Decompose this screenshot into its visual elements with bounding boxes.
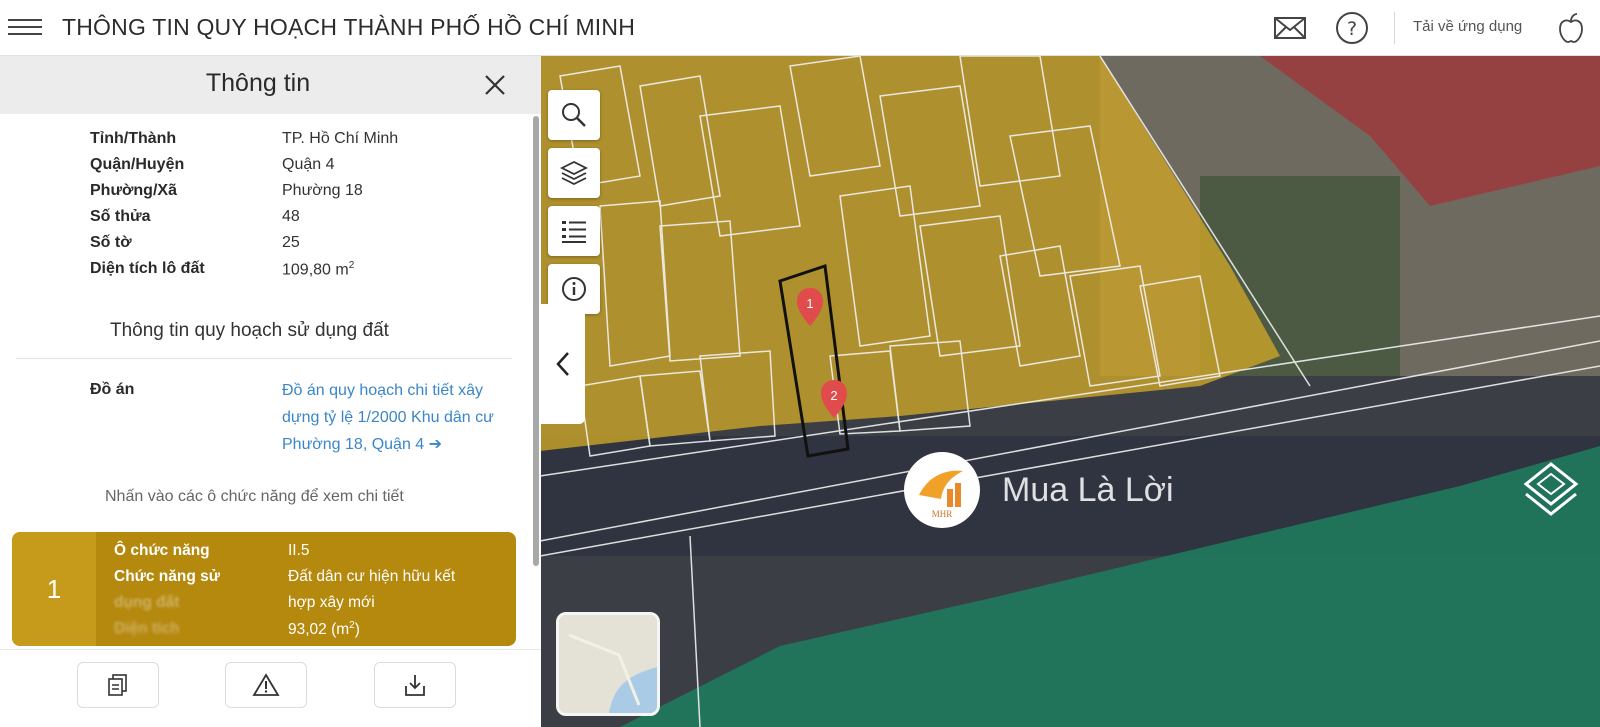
stack-layers-icon xyxy=(1523,462,1579,516)
info-label: Diện tích lô đất xyxy=(90,260,205,277)
chevron-left-icon xyxy=(556,352,569,376)
info-value: Phường 18 xyxy=(282,182,363,199)
watermark-text: Mua Là Lời xyxy=(1002,470,1174,509)
info-value: 48 xyxy=(282,208,300,225)
menu-icon[interactable] xyxy=(8,14,42,40)
arrow-right-icon: ➔ xyxy=(428,434,443,453)
download-app-link[interactable]: Tải về ứng dụng xyxy=(1413,18,1522,35)
watermark: MHR Mua Là Lời xyxy=(904,450,1174,530)
marker-2-label: 2 xyxy=(830,388,837,403)
collapse-panel-button[interactable] xyxy=(541,304,585,424)
do-an-label: Đồ án xyxy=(90,381,135,398)
panel-title: Thông tin xyxy=(205,69,311,97)
do-an-link[interactable]: Đồ án quy hoạch chi tiết xây dựng tỷ lệ … xyxy=(282,378,502,459)
chuc-nang-value-2: hợp xây mới xyxy=(288,594,375,611)
info-value: 25 xyxy=(282,234,300,251)
chuc-nang-label-2: dụng đất xyxy=(114,594,180,611)
apple-icon[interactable] xyxy=(1553,10,1589,46)
info-panel: Thông tin Tỉnh/Thành TP. Hồ Chí Minh Quậ… xyxy=(0,56,541,727)
function-card[interactable]: 1 Ô chức năng II.5 Chức năng sử dụng đất… xyxy=(12,532,516,646)
function-card-number: 1 xyxy=(12,532,96,646)
info-icon xyxy=(562,277,586,301)
download-button[interactable] xyxy=(374,662,456,708)
do-an-link-text[interactable]: Đồ án quy hoạch chi tiết xây dựng tỷ lệ … xyxy=(282,382,494,453)
map-list-button[interactable] xyxy=(548,206,600,256)
dien-tich-number: 93,02 (m xyxy=(288,621,350,639)
panel-bottom-bar xyxy=(0,649,541,727)
o-chuc-nang-value: II.5 xyxy=(288,542,310,559)
hint-text: Nhấn vào các ô chức năng để xem chi tiết xyxy=(105,488,404,505)
area-unit-superscript: 2 xyxy=(348,260,355,271)
layers-icon xyxy=(559,160,589,186)
map-search-button[interactable] xyxy=(548,90,600,140)
svg-text:?: ? xyxy=(1347,18,1357,40)
map-layers-button[interactable] xyxy=(548,148,600,198)
svg-text:MHR: MHR xyxy=(932,509,953,519)
help-icon[interactable]: ? xyxy=(1334,10,1370,46)
mail-icon[interactable] xyxy=(1272,10,1308,46)
header-divider xyxy=(1394,12,1395,44)
bird-logo-icon: MHR xyxy=(919,470,963,519)
close-icon[interactable] xyxy=(480,70,510,100)
chuc-nang-value: Đất dân cư hiện hữu kết xyxy=(288,568,456,585)
document-button[interactable] xyxy=(77,662,159,708)
chuc-nang-label: Chức năng sử xyxy=(114,568,220,585)
marker-1-label: 1 xyxy=(806,296,813,311)
dien-tich-value: 93,02 (m2) xyxy=(288,620,360,639)
warning-icon xyxy=(252,673,280,696)
info-value: Quận 4 xyxy=(282,156,335,173)
info-value: TP. Hồ Chí Minh xyxy=(282,130,399,147)
dien-tich-label: Diện tích xyxy=(114,620,180,637)
section-divider xyxy=(16,358,512,359)
app-title: THÔNG TIN QUY HOẠCH THÀNH PHỐ HỒ CHÍ MIN… xyxy=(62,14,636,40)
section-title: Thông tin quy hoạch sử dụng đất xyxy=(110,320,389,341)
app-header: THÔNG TIN QUY HOẠCH THÀNH PHỐ HỒ CHÍ MIN… xyxy=(0,0,1600,56)
basemap-layers-button[interactable] xyxy=(1518,456,1584,522)
dien-tich-close: ) xyxy=(354,621,360,639)
download-icon xyxy=(405,675,425,696)
info-label: Tỉnh/Thành xyxy=(90,130,177,147)
search-icon xyxy=(562,103,586,127)
report-button[interactable] xyxy=(225,662,307,708)
info-label: Phường/Xã xyxy=(90,182,177,199)
info-label: Quận/Huyện xyxy=(90,156,185,173)
info-label: Số tờ xyxy=(90,234,132,251)
watermark-logo: MHR xyxy=(904,452,980,528)
o-chuc-nang-label: Ô chức năng xyxy=(114,542,210,559)
info-label: Số thửa xyxy=(90,208,151,225)
list-icon xyxy=(562,221,586,243)
panel-scrollbar[interactable] xyxy=(533,116,539,566)
panel-header: Thông tin xyxy=(0,56,541,114)
minimap-view xyxy=(559,615,657,713)
area-value: 109,80 m xyxy=(282,261,349,279)
minimap[interactable] xyxy=(556,612,660,716)
info-value: 109,80 m2 xyxy=(282,260,354,279)
document-icon xyxy=(108,674,127,696)
